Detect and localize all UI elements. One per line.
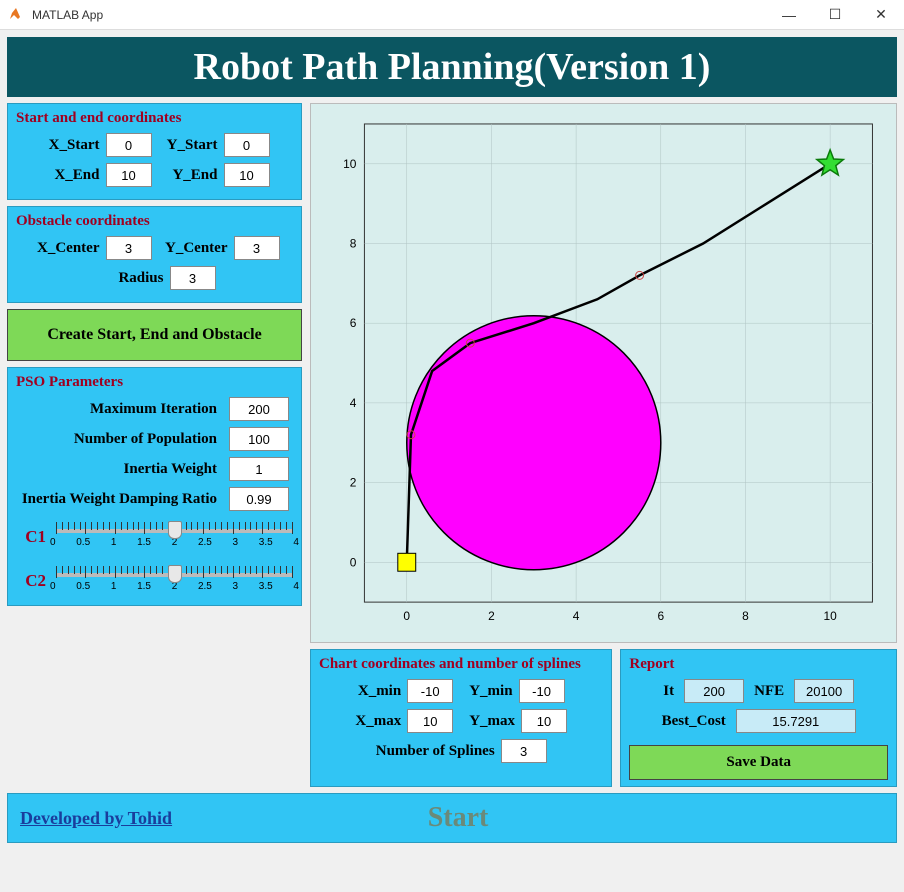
start-end-panel: Start and end coordinates X_Start Y_Star… bbox=[7, 103, 302, 200]
svg-text:10: 10 bbox=[343, 157, 357, 171]
xcenter-label: X_Center bbox=[30, 240, 100, 257]
maxit-input[interactable] bbox=[229, 397, 289, 421]
obstacle-panel: Obstacle coordinates X_Center Y_Center R… bbox=[7, 206, 302, 303]
xmin-input[interactable] bbox=[407, 679, 453, 703]
npop-input[interactable] bbox=[229, 427, 289, 451]
footer: Developed by Tohid Start bbox=[7, 793, 897, 843]
inertia-damp-input[interactable] bbox=[229, 487, 289, 511]
start-end-title: Start and end coordinates bbox=[16, 110, 293, 127]
nsplines-label: Number of Splines bbox=[376, 743, 495, 760]
ystart-input[interactable] bbox=[224, 133, 270, 157]
bestcost-label: Best_Cost bbox=[662, 713, 726, 730]
svg-text:0: 0 bbox=[350, 555, 357, 569]
xmax-input[interactable] bbox=[407, 709, 453, 733]
titlebar: MATLAB App — ☐ ✕ bbox=[0, 0, 904, 30]
save-data-button[interactable]: Save Data bbox=[629, 745, 888, 780]
close-button[interactable]: ✕ bbox=[858, 0, 904, 30]
c1-label: C1 bbox=[16, 527, 46, 547]
chart-coords-title: Chart coordinates and number of splines bbox=[319, 656, 603, 673]
ymax-label: Y_max bbox=[469, 713, 515, 730]
nfe-label: NFE bbox=[754, 683, 784, 700]
inertia-input[interactable] bbox=[229, 457, 289, 481]
xmin-label: X_min bbox=[358, 683, 401, 700]
pso-panel: PSO Parameters Maximum Iteration Number … bbox=[7, 367, 302, 606]
ymin-label: Y_min bbox=[469, 683, 512, 700]
svg-text:4: 4 bbox=[350, 396, 357, 410]
banner: Robot Path Planning(Version 1) bbox=[7, 37, 897, 97]
banner-title: Robot Path Planning(Version 1) bbox=[15, 45, 889, 89]
minimize-button[interactable]: — bbox=[766, 0, 812, 30]
bestcost-value: 15.7291 bbox=[736, 709, 856, 733]
yend-label: Y_End bbox=[158, 167, 218, 184]
yend-input[interactable] bbox=[224, 163, 270, 187]
create-button[interactable]: Create Start, End and Obstacle bbox=[7, 309, 302, 361]
nsplines-input[interactable] bbox=[501, 739, 547, 763]
matlab-icon bbox=[8, 7, 24, 23]
maxit-label: Maximum Iteration bbox=[90, 401, 217, 418]
xend-input[interactable] bbox=[106, 163, 152, 187]
report-panel: Report It 200 NFE 20100 Best_Cost 15.729… bbox=[620, 649, 897, 787]
start-button[interactable]: Start bbox=[32, 802, 884, 834]
radius-input[interactable] bbox=[170, 266, 216, 290]
it-value: 200 bbox=[684, 679, 744, 703]
xstart-label: X_Start bbox=[40, 137, 100, 154]
svg-text:0: 0 bbox=[403, 609, 410, 623]
xcenter-input[interactable] bbox=[106, 236, 152, 260]
xstart-input[interactable] bbox=[106, 133, 152, 157]
svg-text:2: 2 bbox=[350, 476, 357, 490]
inertia-damp-label: Inertia Weight Damping Ratio bbox=[22, 491, 217, 508]
nfe-value: 20100 bbox=[794, 679, 854, 703]
svg-text:4: 4 bbox=[573, 609, 580, 623]
chart-coords-panel: Chart coordinates and number of splines … bbox=[310, 649, 612, 787]
obstacle-title: Obstacle coordinates bbox=[16, 213, 293, 230]
npop-label: Number of Population bbox=[74, 431, 217, 448]
svg-text:2: 2 bbox=[488, 609, 495, 623]
pso-title: PSO Parameters bbox=[16, 374, 293, 391]
svg-text:10: 10 bbox=[823, 609, 837, 623]
it-label: It bbox=[663, 683, 674, 700]
report-title: Report bbox=[629, 656, 888, 673]
ystart-label: Y_Start bbox=[158, 137, 218, 154]
xmax-label: X_max bbox=[355, 713, 401, 730]
xend-label: X_End bbox=[40, 167, 100, 184]
ycenter-label: Y_Center bbox=[158, 240, 228, 257]
c1-slider[interactable]: 00.511.522.533.54 bbox=[56, 519, 293, 555]
ymin-input[interactable] bbox=[519, 679, 565, 703]
window-title: MATLAB App bbox=[32, 8, 766, 22]
svg-text:6: 6 bbox=[350, 316, 357, 330]
svg-text:6: 6 bbox=[657, 609, 664, 623]
radius-label: Radius bbox=[94, 270, 164, 287]
svg-text:8: 8 bbox=[742, 609, 749, 623]
svg-text:8: 8 bbox=[350, 236, 357, 250]
ycenter-input[interactable] bbox=[234, 236, 280, 260]
c2-label: C2 bbox=[16, 571, 46, 591]
inertia-label: Inertia Weight bbox=[124, 461, 217, 478]
ymax-input[interactable] bbox=[521, 709, 567, 733]
maximize-button[interactable]: ☐ bbox=[812, 0, 858, 30]
c2-slider[interactable]: 00.511.522.533.54 bbox=[56, 563, 293, 599]
chart-axes: 0 2 4 6 8 10 0 2 4 6 8 10 bbox=[310, 103, 897, 643]
